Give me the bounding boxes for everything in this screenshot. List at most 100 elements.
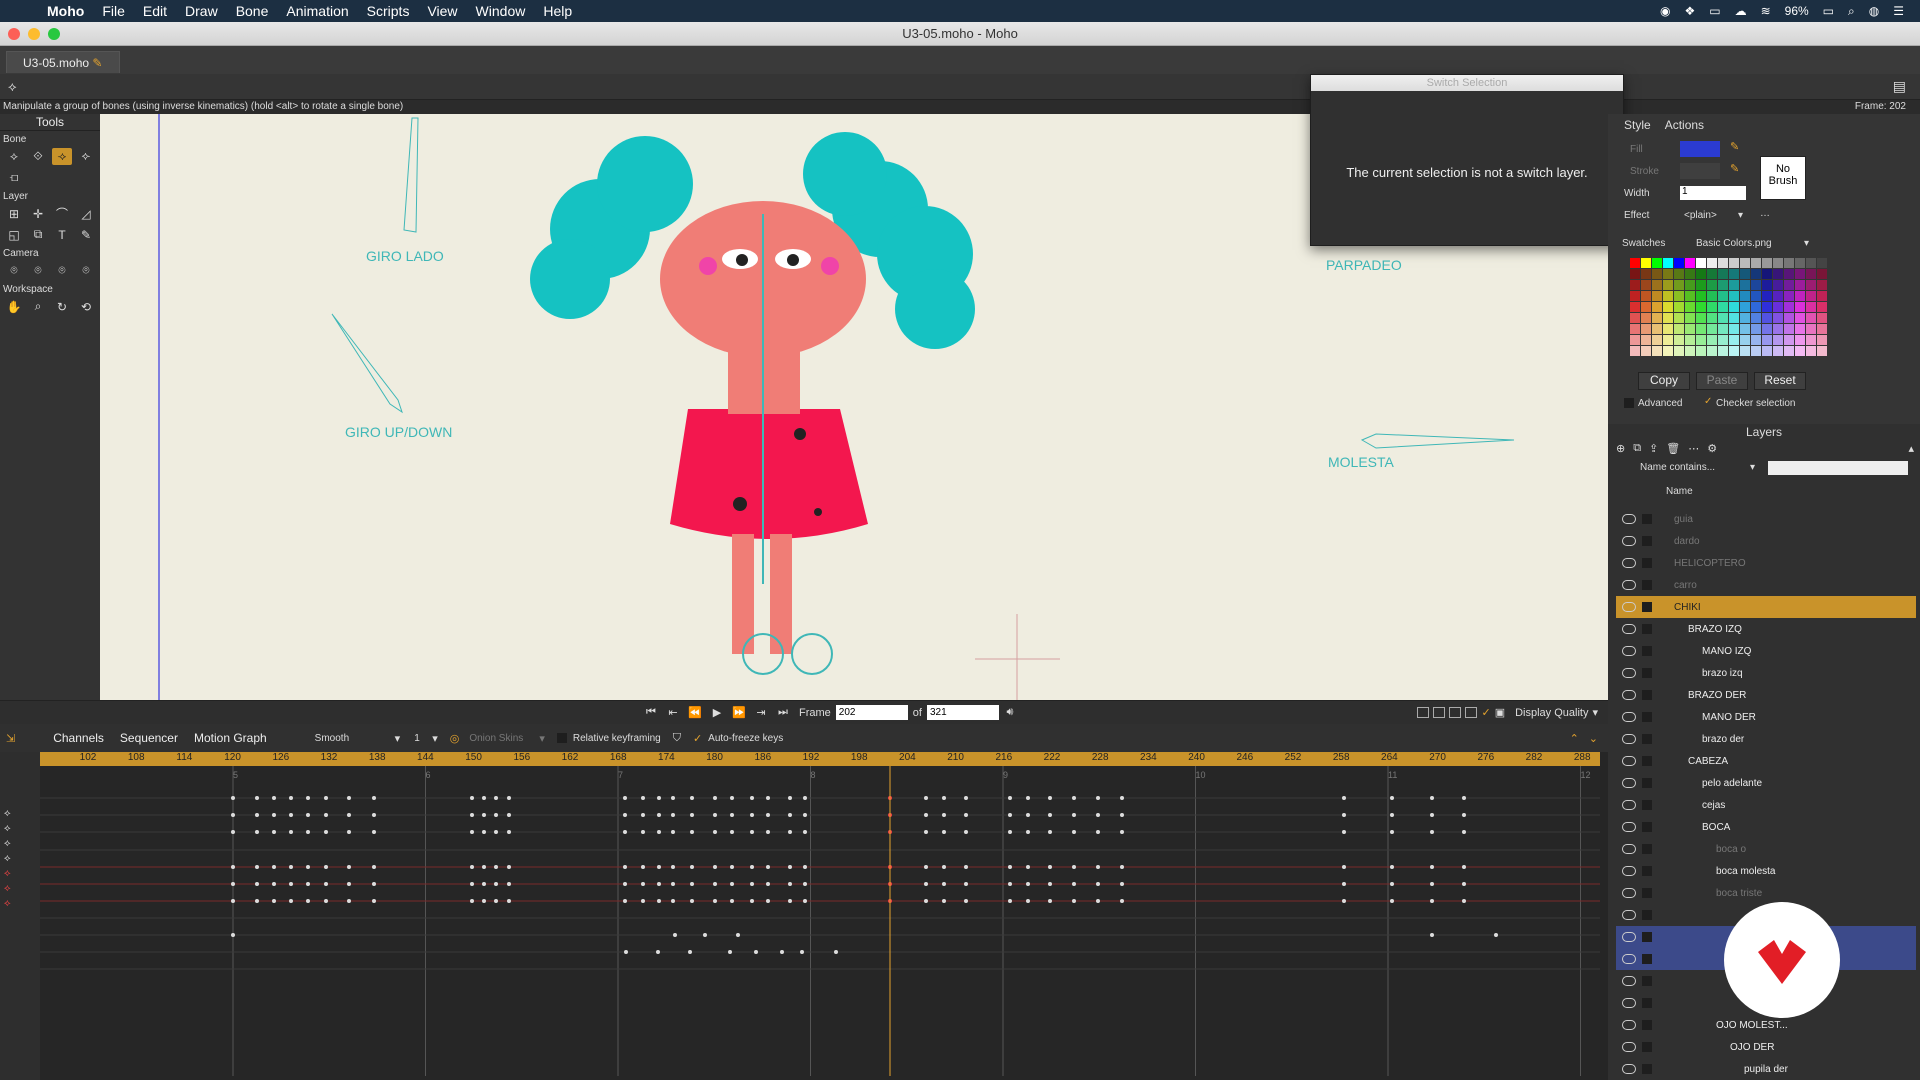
visibility-eye-icon[interactable] bbox=[1622, 1064, 1636, 1074]
text-tool-icon[interactable]: T bbox=[52, 226, 72, 243]
layer-row[interactable]: HELICOPTERO bbox=[1616, 552, 1916, 574]
manipulate-bones-icon[interactable]: ⟢ bbox=[52, 148, 72, 165]
layer-row[interactable]: brazo der bbox=[1616, 728, 1916, 750]
visibility-eye-icon[interactable] bbox=[1622, 888, 1636, 898]
color-swatch[interactable] bbox=[1784, 346, 1794, 356]
cloud-icon[interactable]: ☁ bbox=[1735, 4, 1747, 18]
color-swatch[interactable] bbox=[1674, 280, 1684, 290]
copy-button[interactable]: Copy bbox=[1638, 372, 1690, 390]
orbit-icon[interactable]: ⟲ bbox=[76, 298, 96, 315]
color-swatch[interactable] bbox=[1630, 280, 1640, 290]
color-swatch[interactable] bbox=[1630, 335, 1640, 345]
menu-animation[interactable]: Animation bbox=[277, 3, 357, 19]
visibility-eye-icon[interactable] bbox=[1622, 712, 1636, 722]
reset-button[interactable]: Reset bbox=[1754, 372, 1806, 390]
visibility-eye-icon[interactable] bbox=[1622, 844, 1636, 854]
color-swatch[interactable] bbox=[1652, 335, 1662, 345]
color-swatch[interactable] bbox=[1674, 324, 1684, 334]
visibility-eye-icon[interactable] bbox=[1622, 1042, 1636, 1052]
zoom-in-icon[interactable]: ⌃ bbox=[1570, 732, 1579, 745]
layer-row[interactable]: MANO IZQ bbox=[1616, 640, 1916, 662]
color-swatch[interactable] bbox=[1817, 324, 1827, 334]
color-swatch[interactable] bbox=[1751, 335, 1761, 345]
relative-keyframing-checkbox[interactable] bbox=[556, 733, 567, 743]
tab-actions[interactable]: Actions bbox=[1665, 118, 1704, 132]
visibility-eye-icon[interactable] bbox=[1622, 800, 1636, 810]
duplicate-layer-icon[interactable]: ⧉ bbox=[1633, 442, 1641, 455]
layer-lock-checkbox[interactable] bbox=[1642, 976, 1652, 986]
audio-icon[interactable]: 🔊︎ bbox=[999, 706, 1021, 719]
layer-lock-checkbox[interactable] bbox=[1642, 888, 1652, 898]
color-swatch[interactable] bbox=[1630, 346, 1640, 356]
color-swatch[interactable] bbox=[1685, 258, 1695, 268]
color-swatch[interactable] bbox=[1707, 291, 1717, 301]
select-bone-icon[interactable]: ⟡ bbox=[4, 148, 24, 165]
layer-lock-checkbox[interactable] bbox=[1642, 998, 1652, 1008]
color-swatch[interactable] bbox=[1729, 291, 1739, 301]
color-swatch[interactable] bbox=[1630, 324, 1640, 334]
visibility-eye-icon[interactable] bbox=[1622, 646, 1636, 656]
color-swatch[interactable] bbox=[1817, 313, 1827, 323]
color-swatch[interactable] bbox=[1773, 269, 1783, 279]
filter-input[interactable] bbox=[1768, 461, 1908, 475]
fill-color-swatch[interactable] bbox=[1680, 141, 1720, 157]
color-swatch[interactable] bbox=[1773, 324, 1783, 334]
color-swatch[interactable] bbox=[1718, 280, 1728, 290]
layer-lock-checkbox[interactable] bbox=[1642, 690, 1652, 700]
color-swatch[interactable] bbox=[1795, 280, 1805, 290]
color-swatch[interactable] bbox=[1806, 269, 1816, 279]
color-swatch[interactable] bbox=[1806, 280, 1816, 290]
color-swatch[interactable] bbox=[1685, 313, 1695, 323]
layer-lock-checkbox[interactable] bbox=[1642, 910, 1652, 920]
color-swatch[interactable] bbox=[1674, 291, 1684, 301]
view-grid-icon[interactable] bbox=[1449, 707, 1462, 718]
effect-options-button[interactable]: … bbox=[1760, 208, 1770, 219]
color-swatch[interactable] bbox=[1806, 258, 1816, 268]
interpolation-number[interactable]: 1 bbox=[414, 733, 432, 744]
menu-help[interactable]: Help bbox=[534, 3, 581, 19]
color-swatch[interactable] bbox=[1685, 302, 1695, 312]
keyframe-lock-icon[interactable]: ⛉ bbox=[673, 732, 681, 745]
eyedropper-icon[interactable]: ✎ bbox=[76, 226, 96, 243]
color-swatch[interactable] bbox=[1685, 291, 1695, 301]
checker-checkbox[interactable]: ✓ bbox=[1704, 396, 1712, 407]
color-swatch[interactable] bbox=[1630, 291, 1640, 301]
layer-row[interactable]: MANO DER bbox=[1616, 706, 1916, 728]
color-swatch[interactable] bbox=[1751, 291, 1761, 301]
color-swatch[interactable] bbox=[1740, 258, 1750, 268]
move-layer-icon[interactable]: ✛ bbox=[28, 205, 48, 222]
color-swatch[interactable] bbox=[1762, 291, 1772, 301]
channel-bone-icon[interactable]: ⟡ bbox=[4, 868, 11, 879]
color-swatch[interactable] bbox=[1762, 324, 1772, 334]
visibility-eye-icon[interactable] bbox=[1622, 822, 1636, 832]
battery-icon[interactable]: ▭ bbox=[1823, 4, 1834, 18]
shear-layer-icon[interactable]: ◿ bbox=[76, 205, 96, 222]
color-swatch[interactable] bbox=[1663, 280, 1673, 290]
layer-lock-checkbox[interactable] bbox=[1642, 668, 1652, 678]
color-swatch[interactable] bbox=[1740, 313, 1750, 323]
color-swatch[interactable] bbox=[1674, 346, 1684, 356]
visibility-eye-icon[interactable] bbox=[1622, 558, 1636, 568]
color-swatch[interactable] bbox=[1740, 280, 1750, 290]
layer-lock-checkbox[interactable] bbox=[1642, 602, 1652, 612]
color-swatch[interactable] bbox=[1663, 313, 1673, 323]
layer-lock-checkbox[interactable] bbox=[1642, 1042, 1652, 1052]
color-swatch[interactable] bbox=[1762, 335, 1772, 345]
color-swatch[interactable] bbox=[1729, 313, 1739, 323]
channel-bone-icon[interactable]: ⟡ bbox=[4, 883, 11, 894]
color-swatch[interactable] bbox=[1696, 346, 1706, 356]
layer-lock-checkbox[interactable] bbox=[1642, 1064, 1652, 1074]
import-layer-icon[interactable]: ⇪ bbox=[1649, 442, 1658, 455]
color-swatch[interactable] bbox=[1751, 269, 1761, 279]
color-swatch[interactable] bbox=[1729, 346, 1739, 356]
camera-pan-icon[interactable]: ⌾ bbox=[4, 262, 24, 279]
stroke-eyedropper-icon[interactable]: ✎ bbox=[1730, 162, 1739, 175]
color-swatch[interactable] bbox=[1641, 302, 1651, 312]
layer-row[interactable]: boca triste bbox=[1616, 882, 1916, 904]
layer-lock-checkbox[interactable] bbox=[1642, 1020, 1652, 1030]
zoom-icon[interactable]: ⌕ bbox=[28, 298, 48, 315]
display-icon[interactable]: ▭ bbox=[1709, 4, 1720, 18]
visibility-eye-icon[interactable] bbox=[1622, 514, 1636, 524]
color-swatch[interactable] bbox=[1707, 335, 1717, 345]
record-icon[interactable]: ◉ bbox=[1660, 4, 1670, 18]
